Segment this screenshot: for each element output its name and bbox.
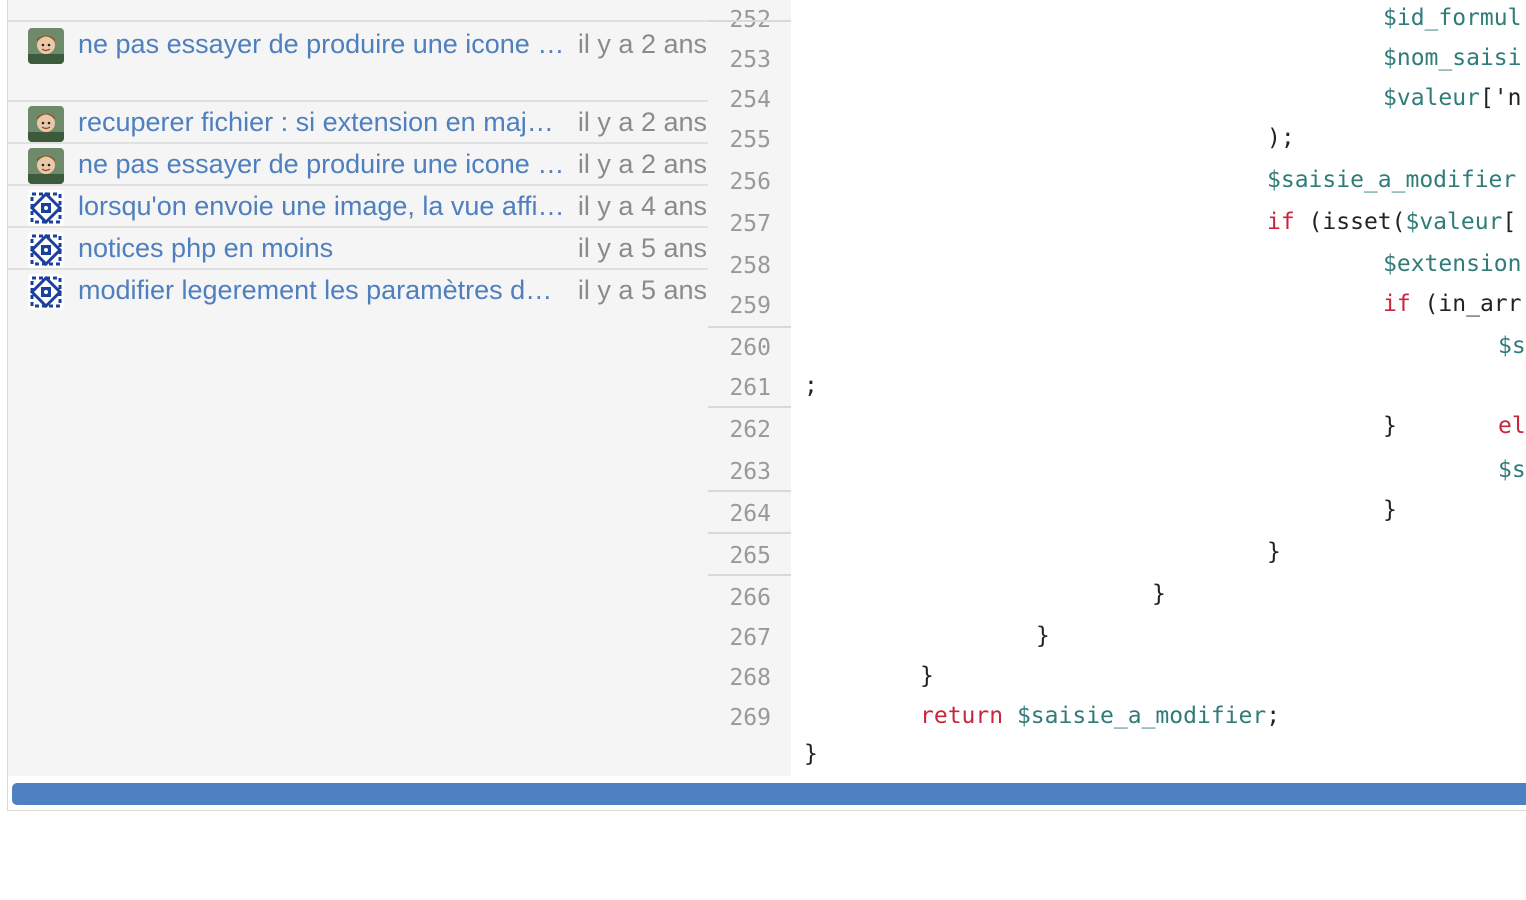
- line-number[interactable]: 260: [708, 328, 771, 368]
- code-line-closing[interactable]: }: [804, 734, 818, 774]
- code-text: }: [920, 663, 934, 689]
- code-variable: $saisie_a_modifier: [1016, 703, 1267, 729]
- code-line-265[interactable]: }: [1267, 532, 1281, 572]
- code-variable: $nom_saisi: [1383, 45, 1522, 71]
- code-line-262[interactable]: }: [1383, 406, 1397, 446]
- line-number[interactable]: 256: [708, 162, 771, 202]
- code-keyword: el: [1498, 413, 1526, 439]
- code-text: [: [1502, 209, 1517, 235]
- commit-message-link[interactable]: ne pas essayer de produire une icone pou…: [78, 26, 565, 62]
- code-line-258[interactable]: $extension: [1383, 244, 1521, 284]
- blame-commit-column: ne pas essayer de produire une icone pou…: [8, 0, 708, 776]
- hunk-separator: [708, 20, 791, 22]
- commit-age: il y a 4 ans: [577, 191, 707, 221]
- blame-row[interactable]: ne pas essayer de produire une icone pou…: [8, 142, 708, 184]
- blame-row[interactable]: ne pas essayer de produire une icone pou…: [8, 20, 708, 100]
- code-text: }: [1036, 623, 1050, 649]
- code-line-264[interactable]: }: [1383, 490, 1397, 530]
- pattern-avatar-icon[interactable]: [28, 274, 64, 310]
- line-number[interactable]: 255: [708, 120, 771, 160]
- commit-message-link[interactable]: lorsqu'on envoie une image, la vue affic…: [78, 188, 565, 224]
- line-number[interactable]: 266: [708, 578, 771, 618]
- commit-age: il y a 5 ans: [577, 233, 707, 263]
- line-number[interactable]: 253: [708, 40, 771, 80]
- code-line-262-else[interactable]: el: [1498, 406, 1526, 446]
- line-number[interactable]: 265: [708, 536, 771, 576]
- line-number[interactable]: 263: [708, 452, 771, 492]
- code-text: }: [1267, 539, 1281, 565]
- commit-message-link[interactable]: ne pas essayer de produire une icone pou…: [78, 146, 565, 182]
- line-number[interactable]: 254: [708, 80, 771, 120]
- code-line-253[interactable]: $nom_saisi: [1383, 38, 1521, 78]
- blame-row[interactable]: notices php en moins il y a 5 ans: [8, 226, 708, 268]
- line-number[interactable]: 264: [708, 494, 771, 534]
- commit-age: il y a 2 ans: [577, 29, 707, 59]
- code-line-267[interactable]: }: [1036, 616, 1050, 656]
- line-number[interactable]: 261: [708, 368, 771, 408]
- code-text: (isset(: [1294, 209, 1406, 235]
- code-variable: $valeur: [1405, 209, 1503, 235]
- code-line-268[interactable]: }: [920, 656, 934, 696]
- code-line-263[interactable]: $s: [1498, 450, 1526, 490]
- code-line-266[interactable]: }: [1152, 574, 1166, 614]
- line-number-gutter: 252 253 254 255 256 257 258 259 260 261 …: [708, 0, 791, 776]
- code-text: );: [1267, 125, 1295, 151]
- commit-age: il y a 2 ans: [577, 149, 707, 179]
- code-variable: $s: [1498, 457, 1526, 483]
- photo-avatar-icon[interactable]: [28, 148, 64, 184]
- line-number[interactable]: 262: [708, 410, 771, 450]
- code-line-255[interactable]: );: [1267, 118, 1295, 158]
- line-number[interactable]: 259: [708, 286, 771, 326]
- line-number[interactable]: 269: [708, 698, 771, 738]
- code-line-256[interactable]: $saisie_a_modifier: [1267, 160, 1516, 200]
- photo-avatar-icon[interactable]: [28, 28, 64, 64]
- commit-message-link[interactable]: modifier legerement les paramètres de la…: [78, 272, 565, 308]
- code-line-257[interactable]: if (isset($valeur[: [1267, 202, 1516, 242]
- hunk-separator: [708, 406, 791, 408]
- photo-avatar-icon[interactable]: [28, 106, 64, 142]
- blame-row[interactable]: recuperer fichier : si extension en maju…: [8, 100, 708, 142]
- commit-age: il y a 5 ans: [577, 275, 707, 305]
- pattern-avatar-icon[interactable]: [28, 190, 64, 226]
- code-line-252[interactable]: $id_formul: [1383, 0, 1521, 38]
- code-keyword: if: [1383, 291, 1411, 317]
- code-line-260[interactable]: $s: [1498, 326, 1526, 366]
- code-text: }: [1152, 581, 1166, 607]
- code-keyword: return: [920, 703, 1004, 729]
- pattern-avatar-icon[interactable]: [28, 232, 64, 268]
- code-text: ['n: [1479, 85, 1522, 111]
- code-line-254[interactable]: $valeur['n: [1383, 78, 1521, 118]
- code-variable: $valeur: [1383, 85, 1480, 111]
- line-number[interactable]: 258: [708, 246, 771, 286]
- code-variable: $s: [1498, 333, 1526, 359]
- code-variable: $saisie_a_modifier: [1267, 167, 1517, 193]
- code-text: ;: [804, 373, 818, 399]
- line-number[interactable]: 268: [708, 658, 771, 698]
- code-line-269[interactable]: return $saisie_a_modifier;: [920, 696, 1280, 736]
- blame-row[interactable]: modifier legerement les paramètres de la…: [8, 268, 708, 310]
- blame-row[interactable]: lorsqu'on envoie une image, la vue affic…: [8, 184, 708, 226]
- commit-message-link[interactable]: recuperer fichier : si extension en maju…: [78, 104, 565, 140]
- code-text: }: [804, 741, 818, 767]
- commit-message-link[interactable]: notices php en moins: [78, 230, 565, 266]
- horizontal-scrollbar[interactable]: [12, 783, 1526, 805]
- code-line-259[interactable]: if (in_arr: [1383, 284, 1521, 324]
- line-number[interactable]: 257: [708, 204, 771, 244]
- code-text: }: [1383, 413, 1397, 439]
- code-line-261[interactable]: ;: [804, 366, 818, 406]
- code-text: (in_arr: [1410, 291, 1522, 317]
- code-text: ;: [1266, 703, 1281, 729]
- commit-age: il y a 2 ans: [577, 107, 707, 137]
- code-variable: $id_formul: [1383, 5, 1522, 31]
- code-keyword: if: [1267, 209, 1295, 235]
- code-variable: $extension: [1383, 251, 1522, 277]
- line-number[interactable]: 267: [708, 618, 771, 658]
- code-text: }: [1383, 497, 1397, 523]
